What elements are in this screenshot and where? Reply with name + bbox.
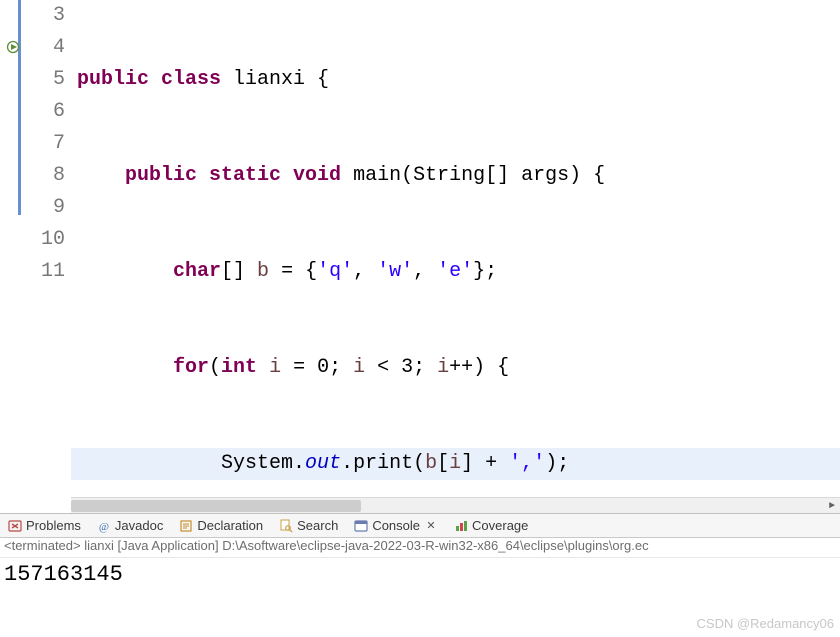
console-output[interactable]: 157163145 bbox=[0, 558, 840, 592]
code-line[interactable]: public static void main(String[] args) { bbox=[71, 160, 840, 192]
tab-label: Problems bbox=[26, 518, 81, 533]
code-line[interactable]: char[] b = {'q', 'w', 'e'}; bbox=[71, 256, 840, 288]
line-number-gutter: 3 4 5 6 7 8 9 10 11 bbox=[21, 0, 71, 513]
code-line[interactable]: for(int i = 0; i < 3; i++) { bbox=[71, 352, 840, 384]
bracket-match: ( bbox=[413, 452, 425, 475]
javadoc-icon: @ bbox=[97, 519, 111, 533]
line-number: 3 bbox=[21, 0, 65, 32]
line-number: 10 bbox=[21, 224, 65, 256]
tab-label: Declaration bbox=[197, 518, 263, 533]
line-number: 6 bbox=[21, 96, 65, 128]
tab-label: Search bbox=[297, 518, 338, 533]
tab-label: Console bbox=[372, 518, 420, 533]
close-icon[interactable]: ✕ bbox=[424, 519, 438, 533]
code-area[interactable]: public class lianxi { public static void… bbox=[71, 0, 840, 513]
tab-label: Javadoc bbox=[115, 518, 163, 533]
line-number: 11 bbox=[21, 256, 65, 288]
code-line[interactable]: public class lianxi { bbox=[71, 64, 840, 96]
code-editor[interactable]: 3 4 5 6 7 8 9 10 11 public class lianxi … bbox=[0, 0, 840, 514]
line-number: 4 bbox=[21, 32, 65, 64]
line-number: 8 bbox=[21, 160, 65, 192]
tab-javadoc[interactable]: @ Javadoc bbox=[95, 516, 165, 535]
line-number: 7 bbox=[21, 128, 65, 160]
horizontal-scrollbar[interactable]: ◄ ► bbox=[71, 497, 840, 513]
line-number: 5 bbox=[21, 64, 65, 96]
scrollbar-thumb[interactable] bbox=[71, 500, 361, 512]
tab-coverage[interactable]: Coverage bbox=[452, 516, 530, 535]
tab-declaration[interactable]: Declaration bbox=[177, 516, 265, 535]
problems-icon bbox=[8, 519, 22, 533]
tab-search[interactable]: Search bbox=[277, 516, 340, 535]
coverage-icon bbox=[454, 519, 468, 533]
tab-problems[interactable]: Problems bbox=[6, 516, 83, 535]
annotation-ruler bbox=[0, 0, 21, 513]
tab-label: Coverage bbox=[472, 518, 528, 533]
code-line[interactable]: System.out.print(b[i] + ','); bbox=[71, 448, 840, 480]
svg-text:@: @ bbox=[99, 521, 109, 533]
watermark: CSDN @Redamancy06 bbox=[697, 616, 834, 631]
scroll-right-icon[interactable]: ► bbox=[824, 498, 840, 514]
view-tabs: Problems @ Javadoc Declaration Search Co… bbox=[0, 514, 840, 538]
console-status: <terminated> lianxi [Java Application] D… bbox=[0, 538, 840, 558]
declaration-icon bbox=[179, 519, 193, 533]
tab-console[interactable]: Console ✕ bbox=[352, 516, 440, 535]
console-icon bbox=[354, 519, 368, 533]
run-marker-icon bbox=[6, 40, 20, 54]
search-icon bbox=[279, 519, 293, 533]
line-number: 9 bbox=[21, 192, 65, 224]
